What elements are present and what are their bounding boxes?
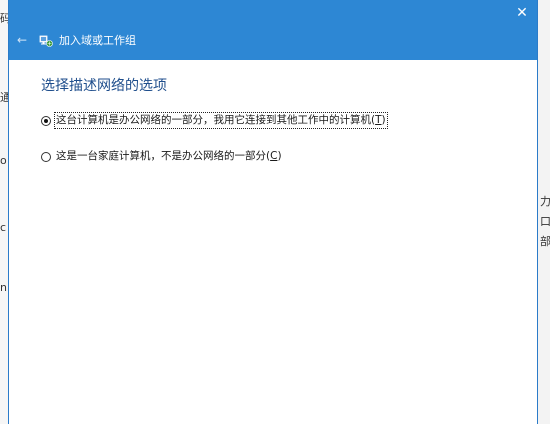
background-window-right: 力 口 部 bbox=[537, 0, 550, 424]
background-text-fragment: 部 bbox=[540, 235, 550, 248]
radio-office-network[interactable] bbox=[41, 115, 51, 126]
background-text-fragment: 力 bbox=[540, 195, 550, 208]
option-text: 这是一台家庭计算机，不是办公网络的一部分 bbox=[56, 150, 266, 162]
option-office-network-label[interactable]: 这台计算机是办公网络的一部分，我用它连接到其他工作中的计算机(T) bbox=[54, 112, 388, 129]
option-text: 这台计算机是办公网络的一部分，我用它连接到其他工作中的计算机 bbox=[56, 114, 371, 126]
screen: 码 通 o c n 力 口 部 ✕ ← 加入域或工作组 选择描述网络的选项 这台… bbox=[0, 0, 550, 424]
background-text-fragment: 口 bbox=[540, 215, 550, 228]
dialog-content: 选择描述网络的选项 这台计算机是办公网络的一部分，我用它连接到其他工作中的计算机… bbox=[9, 60, 537, 424]
page-heading: 选择描述网络的选项 bbox=[41, 78, 167, 94]
close-button[interactable]: ✕ bbox=[511, 2, 533, 24]
radio-home-computer[interactable] bbox=[41, 151, 51, 162]
option-home-computer[interactable]: 这是一台家庭计算机，不是办公网络的一部分(C) bbox=[41, 149, 283, 164]
back-arrow-button[interactable]: ← bbox=[15, 33, 29, 47]
option-home-computer-label[interactable]: 这是一台家庭计算机，不是办公网络的一部分(C) bbox=[55, 149, 283, 164]
background-text-fragment: n bbox=[0, 281, 7, 294]
dialog-title: 加入域或工作组 bbox=[59, 34, 136, 47]
join-domain-workgroup-dialog: ✕ ← 加入域或工作组 选择描述网络的选项 这台计算机是办公网络的一部分，我用它… bbox=[8, 0, 538, 424]
dialog-titlebar: ✕ ← 加入域或工作组 bbox=[9, 0, 537, 60]
accel-close: ) bbox=[277, 150, 282, 162]
background-text-fragment: c bbox=[0, 221, 7, 234]
option-office-network[interactable]: 这台计算机是办公网络的一部分，我用它连接到其他工作中的计算机(T) bbox=[41, 112, 388, 129]
accel-close: ) bbox=[381, 114, 386, 126]
background-text-fragment: o bbox=[0, 154, 7, 167]
network-wizard-icon bbox=[39, 35, 53, 47]
